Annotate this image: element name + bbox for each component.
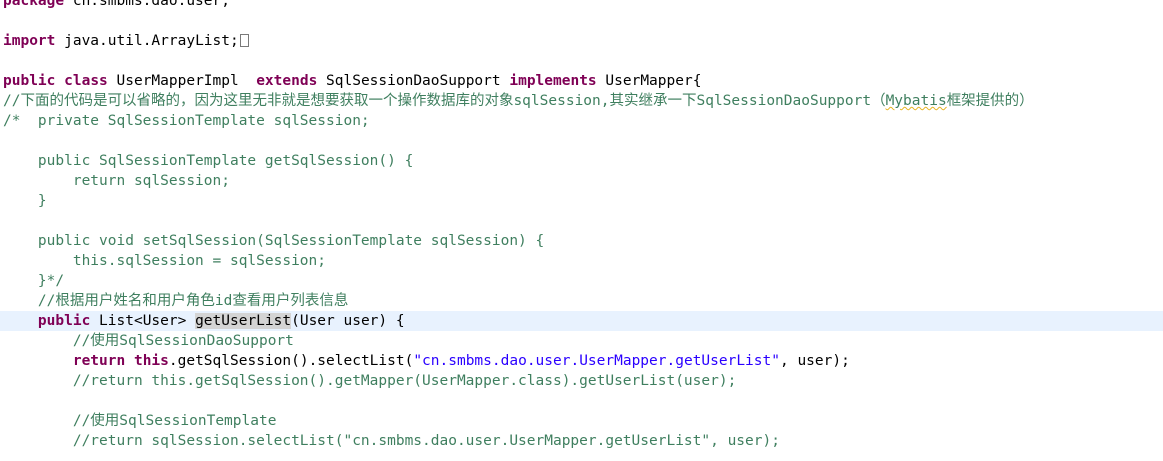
code-line-text: //return this.getSqlSession().getMapper(… [3,371,736,391]
code-line[interactable] [0,11,1163,31]
keyword-token: class [64,73,108,89]
code-editor[interactable]: package cn.smbms.dao.user; import java.ut… [0,0,1163,461]
code-token: getUserList [195,313,292,329]
keyword-token: import [3,33,56,49]
code-line[interactable] [0,391,1163,411]
code-token: , user); [779,353,850,369]
code-line-text: return sqlSession; [3,171,230,191]
comment-token: //使用SqlSessionTemplate [3,413,277,429]
code-line[interactable]: return sqlSession; [0,171,1163,191]
code-line[interactable]: return this.getSqlSession().selectList("… [0,351,1163,371]
code-line[interactable]: public SqlSessionTemplate getSqlSession(… [0,151,1163,171]
comment-token: Mybatis [885,93,947,109]
code-line[interactable]: //return this.getSqlSession().getMapper(… [0,371,1163,391]
current-code-line[interactable]: public List<User> getUserList(User user)… [0,311,1163,331]
code-line[interactable]: //使用SqlSessionDaoSupport [0,331,1163,351]
comment-token: } [3,193,47,209]
comment-token: //使用SqlSessionDaoSupport [3,333,294,349]
comment-token: //下面的代码是可以省略的，因为这里无非就是想要获取一个操作数据库的对象sqlS… [3,93,886,109]
comment-token: //return sqlSession.selectList("cn.smbms… [3,433,780,449]
code-line-text: } [3,191,47,211]
comment-token: /* private SqlSessionTemplate sqlSession… [3,113,370,129]
code-token: UserMapperImpl [107,73,257,89]
code-token: (User user) { [291,313,405,329]
code-line-text: //使用SqlSessionTemplate [3,411,277,431]
code-line-text: //使用SqlSessionDaoSupport [3,331,294,351]
code-token: SqlSessionDaoSupport [317,73,510,89]
keyword-token: public [3,73,56,89]
collapsed-imports-icon[interactable] [239,34,249,47]
keyword-token: this [133,353,169,369]
code-line[interactable]: /* private SqlSessionTemplate sqlSession… [0,111,1163,131]
code-token: List<User> [90,313,196,329]
code-token: UserMapper{ [596,73,702,89]
code-line[interactable] [0,51,1163,71]
code-line[interactable]: //return sqlSession.selectList("cn.smbms… [0,431,1163,451]
comment-token: this.sqlSession = sqlSession; [3,253,327,269]
keyword-token: package [3,0,65,9]
code-line-text: public List<User> getUserList(User user)… [3,311,405,331]
code-line-text: //下面的代码是可以省略的，因为这里无非就是想要获取一个操作数据库的对象sqlS… [3,91,1034,111]
code-line[interactable]: }*/ [0,271,1163,291]
code-line-text: package cn.smbms.dao.user; [3,0,230,11]
code-line-text: public SqlSessionTemplate getSqlSession(… [3,151,413,171]
code-line[interactable]: public class UserMapperImpl extends SqlS… [0,71,1163,91]
code-line-text: public class UserMapperImpl extends SqlS… [3,71,701,91]
keyword-token: public [37,313,91,329]
code-line[interactable]: //使用SqlSessionTemplate [0,411,1163,431]
code-line-text: import java.util.ArrayList; [3,31,249,51]
keyword-token: extends [256,73,318,89]
code-line-text: }*/ [3,271,64,291]
keyword-token: implements [509,73,597,89]
code-line[interactable]: package cn.smbms.dao.user; [0,0,1163,11]
comment-token: 框架提供的） [946,93,1034,109]
comment-token: //根据用户姓名和用户角色id查看用户列表信息 [3,293,349,309]
code-line[interactable] [0,211,1163,231]
code-line-text: /* private SqlSessionTemplate sqlSession… [3,111,370,131]
code-line[interactable]: this.sqlSession = sqlSession; [0,251,1163,271]
comment-token: return sqlSession; [3,173,230,189]
code-line[interactable]: import java.util.ArrayList; [0,31,1163,51]
comment-token: public void setSqlSession(SqlSessionTemp… [3,233,545,249]
code-line[interactable] [0,131,1163,151]
code-line[interactable]: //下面的代码是可以省略的，因为这里无非就是想要获取一个操作数据库的对象sqlS… [0,91,1163,111]
comment-token: public SqlSessionTemplate getSqlSession(… [3,153,414,169]
code-line[interactable]: //根据用户姓名和用户角色id查看用户列表信息 [0,291,1163,311]
comment-token: }*/ [3,273,65,289]
code-token: .getSqlSession().selectList( [168,353,414,369]
code-line-text: this.sqlSession = sqlSession; [3,251,326,271]
code-line-text: return this.getSqlSession().selectList("… [3,351,850,371]
code-line-text: //根据用户姓名和用户角色id查看用户列表信息 [3,291,348,311]
code-line-text: public void setSqlSession(SqlSessionTemp… [3,231,544,251]
comment-token: //return this.getSqlSession().getMapper(… [3,373,737,389]
code-token: cn.smbms.dao.user; [64,0,230,9]
code-line[interactable]: public void setSqlSession(SqlSessionTemp… [0,231,1163,251]
code-token: java.util.ArrayList; [55,33,239,49]
keyword-token: return [72,353,126,369]
string-token: "cn.smbms.dao.user.UserMapper.getUserLis… [413,353,780,369]
code-line-text: //return sqlSession.selectList("cn.smbms… [3,431,780,451]
code-line[interactable]: } [0,191,1163,211]
